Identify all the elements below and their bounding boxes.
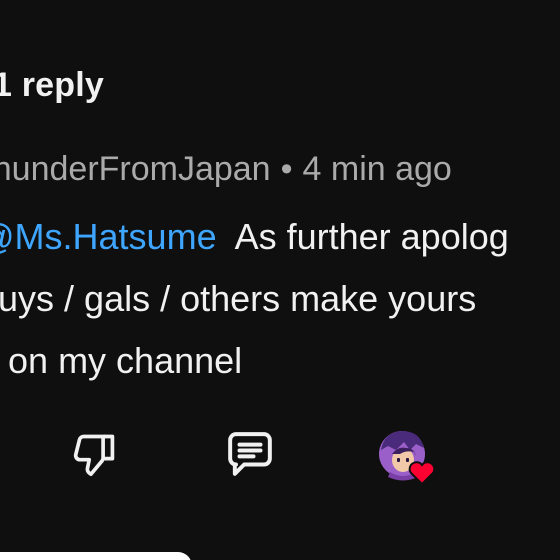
comment-author[interactable]: ThunderFromJapan xyxy=(0,150,271,188)
creator-heart-icon xyxy=(379,431,436,486)
comment-body: @Ms.Hatsume As further apolog guys / gals… xyxy=(0,206,509,392)
comment-meta: ThunderFromJapan • 4 min ago xyxy=(0,150,452,189)
meta-separator: • xyxy=(280,150,293,188)
reply-icon xyxy=(228,432,272,476)
dislike-icon xyxy=(73,434,115,477)
comment-line-3: e on my channel xyxy=(0,340,243,381)
mention-link[interactable]: @Ms.Hatsume xyxy=(0,216,217,257)
reply-button[interactable] xyxy=(220,424,280,484)
comment-line-1: @Ms.Hatsume As further apolog xyxy=(0,206,509,268)
comment-line-2: guys / gals / others make yours xyxy=(0,278,477,319)
reply-count-button[interactable]: 1 reply xyxy=(0,66,104,105)
bottom-sheet-handle[interactable] xyxy=(0,552,192,560)
heart-shape xyxy=(408,461,436,486)
reply-count-label: 1 reply xyxy=(0,66,105,104)
comment-text-1: As further apolog xyxy=(234,216,509,257)
dislike-button[interactable] xyxy=(64,426,124,486)
comment-timestamp: 4 min ago xyxy=(302,150,452,188)
creator-heart-button[interactable] xyxy=(376,428,440,488)
